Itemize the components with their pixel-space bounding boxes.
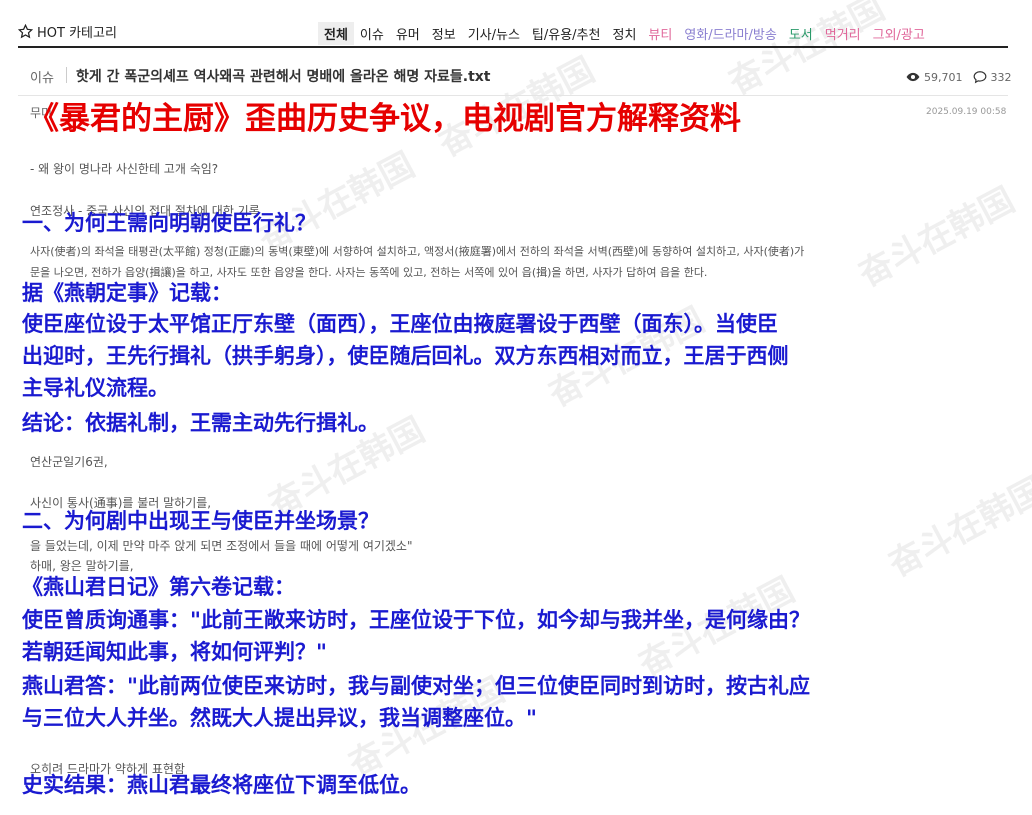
overlay-line: 主导礼仪流程。 xyxy=(22,376,169,400)
hot-category-brand[interactable]: HOT 카테고리 xyxy=(18,22,117,41)
nav-tab[interactable]: 팁/유용/추천 xyxy=(526,22,607,45)
nav-tab[interactable]: 이슈 xyxy=(354,22,390,45)
nav-tab[interactable]: 기사/뉴스 xyxy=(462,22,526,45)
comment-icon xyxy=(973,71,986,84)
body-line: - 왜 왕이 명나라 사신한테 고개 숙임? xyxy=(30,162,219,176)
watermark: 奋斗在韩国 xyxy=(882,470,1032,586)
overlay-result: 史实结果：燕山君最终将座位下调至低位。 xyxy=(22,773,421,797)
overlay-line: 出迎时，王先行揖礼（拱手躬身），使臣随后回礼。双方东西相对而立，王居于西侧 xyxy=(22,344,789,368)
watermark: 奋斗在韩国 xyxy=(722,0,892,104)
overlay-heading-1: 一、为何王需向明朝使臣行礼？ xyxy=(22,211,316,235)
nav-divider xyxy=(18,46,1008,48)
overlay-line: 使臣曾质询通事："此前王敞来访时，王座位设于下位，如今却与我并坐，是何缘由？ xyxy=(22,608,810,632)
overlay-line: 使臣座位设于太平馆正厅东壁（面西），王座位由掖庭署设于西壁（面东）。当使臣 xyxy=(22,312,778,336)
eye-icon xyxy=(906,72,920,82)
nav-tab[interactable]: 영화/드라마/방송 xyxy=(678,22,782,45)
nav-tab[interactable]: 전체 xyxy=(318,22,354,45)
brand-label: HOT 카테고리 xyxy=(37,26,117,41)
nav-tab[interactable]: 정보 xyxy=(426,22,462,45)
nav-tab[interactable]: 뷰티 xyxy=(642,22,678,45)
overlay-conclusion: 结论：依据礼制，王需主动先行揖礼。 xyxy=(22,411,379,435)
nav-tab[interactable]: 정치 xyxy=(606,22,642,45)
overlay-line: 与三位大人并坐。然既大人提出异议，我当调整座位。" xyxy=(22,706,537,730)
overlay-heading-2: 二、为何剧中出现王与使臣并坐场景？ xyxy=(22,509,379,533)
post-stats: 59,701 332 xyxy=(906,70,1012,84)
watermark: 奋斗在韩国 xyxy=(852,180,1022,296)
overlay-line: 《燕山君日记》第六卷记载： xyxy=(22,575,295,599)
post-date: 2025.09.19 00:58 xyxy=(926,107,1007,117)
nav-tab[interactable]: 유머 xyxy=(390,22,426,45)
category-tabs: 전체 이슈 유머 정보 기사/뉴스 팁/유용/추천 정치 뷰티 영화/드라마/방송 도서 먹거리 그외… xyxy=(318,22,931,45)
body-line: 사자(使者)의 좌석을 태평관(太平館) 정청(正廳)의 동벽(東壁)에 서향하… xyxy=(30,245,805,258)
nav-tab[interactable]: 도서 xyxy=(783,22,819,45)
post-title: 핫게 간 폭군의셰프 역사왜곡 관련해서 명배에 올라온 해명 자료들.txt xyxy=(76,69,491,85)
star-icon xyxy=(18,24,33,39)
body-line: 연산군일기6권, xyxy=(30,455,108,469)
comment-count: 332 xyxy=(990,70,1012,84)
nav-tab[interactable]: 먹거리 xyxy=(819,22,867,45)
overlay-line: 若朝廷闻知此事，将如何评判？" xyxy=(22,640,327,664)
nav-tab[interactable]: 그외/광고 xyxy=(867,22,931,45)
body-line: 을 들었는데, 이제 만약 마주 앉게 되면 조정에서 들을 때에 어떻게 여기… xyxy=(30,539,413,553)
overlay-line: 据《燕朝定事》记载： xyxy=(22,281,232,305)
category-separator xyxy=(66,67,67,83)
overlay-title: 《暴君的主厨》歪曲历史争议，电视剧官方解释资料 xyxy=(28,101,741,137)
post-category[interactable]: 이슈 xyxy=(30,67,54,86)
view-count: 59,701 xyxy=(924,70,963,84)
overlay-line: 燕山君答："此前两位使臣来访时，我与副使对坐；但三位使臣同时到访时，按古礼应 xyxy=(22,674,810,698)
